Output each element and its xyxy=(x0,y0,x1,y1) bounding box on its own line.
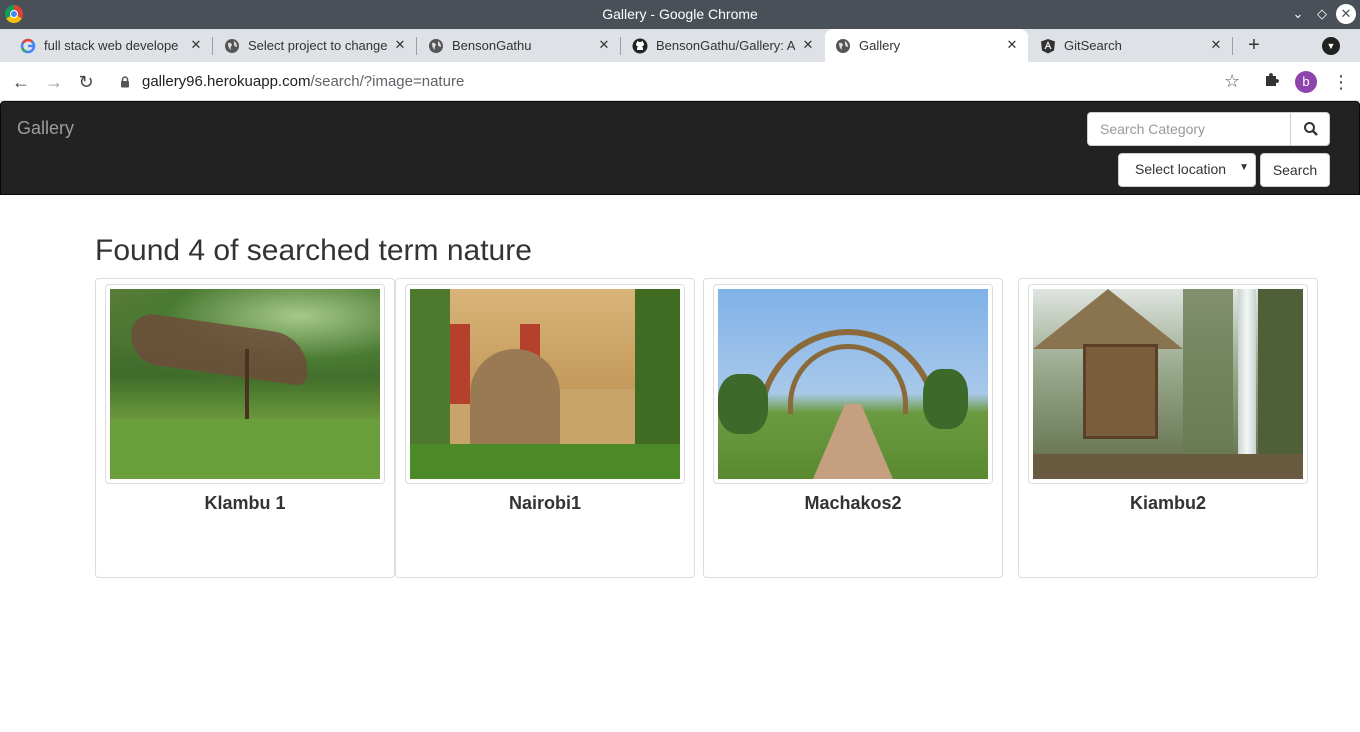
lock-icon[interactable] xyxy=(120,75,130,88)
image-thumbnail[interactable] xyxy=(1028,284,1308,484)
angular-icon xyxy=(1040,38,1056,54)
globe-icon xyxy=(224,38,240,54)
tab-strip: full stack web develope ✕ Select project… xyxy=(0,29,1360,62)
tab-gallery[interactable]: Gallery ✕ xyxy=(825,29,1028,62)
close-tab-icon[interactable]: ✕ xyxy=(392,37,408,53)
close-tab-icon[interactable]: ✕ xyxy=(596,37,612,53)
new-tab-icon[interactable]: + xyxy=(1243,34,1265,56)
site-brand[interactable]: Gallery xyxy=(17,118,74,139)
tab-separator xyxy=(1232,37,1233,55)
url-path: /search/?image=nature xyxy=(310,73,465,90)
tab-select-project[interactable]: Select project to change ✕ xyxy=(214,29,416,62)
forward-arrow-icon[interactable]: → xyxy=(43,71,65,93)
card-title: Machakos2 xyxy=(804,493,902,513)
tab-bensongathu[interactable]: BensonGathu ✕ xyxy=(418,29,620,62)
tab-search-icon[interactable]: ▼ xyxy=(1322,37,1340,55)
waterfall-sign-photo xyxy=(1033,289,1303,479)
image-card[interactable]: Machakos2 xyxy=(703,278,1003,578)
location-select[interactable]: Select location ▼ xyxy=(1118,153,1256,187)
close-tab-icon[interactable]: ✕ xyxy=(1208,37,1224,53)
search-submit-button[interactable] xyxy=(1290,112,1330,146)
tab-title: GitSearch xyxy=(1064,38,1122,53)
image-card[interactable]: Kiambu2 xyxy=(1018,278,1318,578)
address-bar[interactable]: gallery96.herokuapp.com/search/?image=na… xyxy=(142,73,464,90)
close-tab-icon[interactable]: ✕ xyxy=(800,37,816,53)
card-title: Kiambu2 xyxy=(1129,493,1207,513)
browser-toolbar: ← → ↻ gallery96.herokuapp.com/search/?im… xyxy=(0,62,1360,101)
reload-icon[interactable]: ↻ xyxy=(75,71,97,93)
kebab-menu-icon[interactable]: ⋮ xyxy=(1332,71,1350,93)
profile-avatar[interactable]: b xyxy=(1295,71,1317,93)
close-tab-icon[interactable]: ✕ xyxy=(1004,37,1020,53)
close-tab-icon[interactable]: ✕ xyxy=(188,37,204,53)
tab-title: Select project to change xyxy=(248,38,388,53)
tab-title: BensonGathu/Gallery: A xyxy=(656,38,796,53)
location-select-value: Select location xyxy=(1135,161,1227,177)
extensions-puzzle-icon[interactable] xyxy=(1264,71,1280,92)
search-button[interactable]: Search xyxy=(1260,153,1330,187)
tab-gitsearch[interactable]: GitSearch ✕ xyxy=(1030,29,1232,62)
url-host: gallery96.herokuapp.com xyxy=(142,73,311,90)
globe-icon xyxy=(428,38,444,54)
maximize-icon[interactable]: ◇ xyxy=(1312,4,1332,24)
close-window-icon[interactable]: ✕ xyxy=(1336,4,1356,24)
bookmark-star-icon[interactable]: ☆ xyxy=(1224,71,1240,92)
image-thumbnail[interactable] xyxy=(713,284,993,484)
minimize-icon[interactable]: ⌄ xyxy=(1288,4,1308,24)
tab-separator xyxy=(620,37,621,55)
card-title: Nairobi1 xyxy=(508,493,582,513)
category-search-input[interactable] xyxy=(1087,112,1291,146)
tab-separator xyxy=(416,37,417,55)
museum-photo xyxy=(410,289,680,479)
chevron-down-icon: ▼ xyxy=(1239,162,1249,173)
back-arrow-icon[interactable]: ← xyxy=(10,71,32,93)
tab-separator xyxy=(212,37,213,55)
tab-title: Gallery xyxy=(859,38,901,53)
google-icon xyxy=(20,38,36,54)
window-title: Gallery - Google Chrome xyxy=(602,6,758,22)
window-titlebar: Gallery - Google Chrome ⌄ ◇ ✕ xyxy=(0,0,1360,29)
tab-title: BensonGathu xyxy=(452,38,532,53)
card-title: Klambu 1 xyxy=(204,493,286,513)
image-card[interactable]: ​ Klambu 1 xyxy=(95,278,395,578)
brown-sign-photo: ​ xyxy=(110,289,380,479)
tab-title: full stack web develope xyxy=(44,38,179,53)
search-icon xyxy=(1304,122,1318,136)
tab-github-gallery[interactable]: BensonGathu/Gallery: A ✕ xyxy=(622,29,824,62)
image-card[interactable]: Nairobi1 xyxy=(395,278,695,578)
image-thumbnail[interactable]: ​ xyxy=(105,284,385,484)
globe-icon xyxy=(835,38,851,54)
github-icon xyxy=(632,38,648,54)
results-heading: Found 4 of searched term nature xyxy=(95,234,532,267)
image-thumbnail[interactable] xyxy=(405,284,685,484)
park-arches-photo xyxy=(718,289,988,479)
site-navbar: Gallery Select location ▼ Search xyxy=(0,101,1360,195)
tab-full-stack[interactable]: full stack web develope ✕ xyxy=(10,29,212,62)
